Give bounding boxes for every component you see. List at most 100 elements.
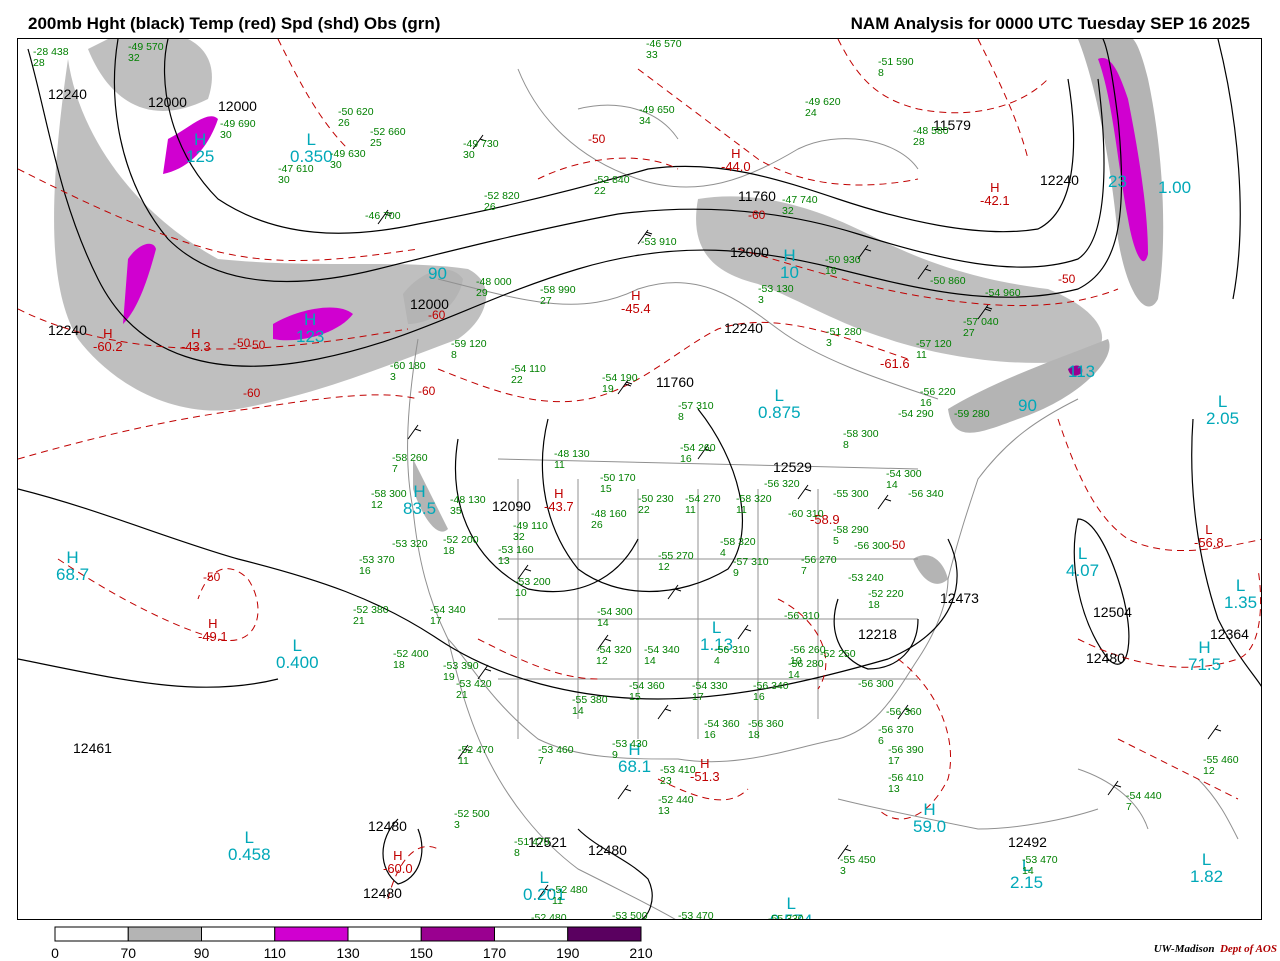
station-obs: -53 240 [848,573,884,584]
obs-dewpoint-depression: 11 [916,349,927,361]
height-label: 12000 [218,98,257,114]
height-label: 11760 [738,188,776,204]
obs-dewpoint-depression: 18 [393,659,405,671]
obs-dewpoint-depression: 3 [826,337,832,349]
temp-contour-label: -50 [1058,272,1076,286]
temp-high-label: H -44.0 [721,146,751,174]
obs-dewpoint-depression: 17 [888,755,900,767]
height-label: 11760 [656,374,694,390]
temp-high-label: H -49.1 [198,616,228,644]
legend-tick-label: 110 [263,945,286,961]
station-obs: -53 910 [641,237,677,248]
station-obs: -52 380 21 [353,605,389,627]
station-obs: -52 440 13 [658,795,694,817]
station-obs: -28 438 28 [33,47,69,69]
legend-swatch [274,926,349,942]
obs-dewpoint-depression: 7 [538,755,544,767]
obs-dewpoint-depression: 16 [753,691,765,703]
station-obs: -49 690 30 [220,119,256,141]
speed-high-label: H 59.0 [913,800,947,836]
station-obs: -49 730 30 [463,139,499,161]
station-obs: -53 470 14 [1022,855,1058,877]
obs-dewpoint-depression: 8 [451,349,457,361]
weather-map: 12240 12000 11760 12240 12000 12240 1157… [17,38,1262,920]
obs-dewpoint-depression: 21 [353,615,365,627]
temp-high-label: H -43.7 [544,486,574,514]
station-obs: -54 340 14 [644,645,680,667]
station-obs: -59 120 8 [451,339,487,361]
legend-tick-label: 190 [556,945,580,961]
station-obs: -56 320 [764,479,800,490]
obs-dewpoint-depression: 7 [392,463,398,475]
obs-temp-height: -59 280 [954,408,990,420]
station-obs: -52 400 18 [393,649,429,671]
station-obs: -58 320 11 [736,494,772,516]
obs-dewpoint-depression: 12 [1203,765,1215,777]
legend-swatch [420,926,495,942]
obs-dewpoint-depression: 23 [660,775,672,787]
obs-dewpoint-depression: 14 [788,669,800,681]
obs-dewpoint-depression: 26 [338,117,350,129]
station-obs: -57 040 27 [963,317,999,339]
station-obs: -55 330 [768,914,804,920]
obs-temp-height: -52 480 [531,912,567,920]
obs-dewpoint-depression: 3 [840,865,846,877]
height-label: 12240 [48,322,87,338]
obs-dewpoint-depression: 16 [680,453,692,465]
station-obs: -56 360 [886,707,922,718]
speed-high-label: H 10 [780,246,799,282]
obs-temp-height: -53 910 [641,236,677,248]
station-obs: -57 120 11 [916,339,952,361]
obs-dewpoint-depression: 30 [278,174,290,186]
station-obs: -54 300 14 [597,607,633,629]
obs-dewpoint-depression: 18 [748,729,760,741]
station-obs: -58 990 27 [540,285,576,307]
station-obs: -52 480 [531,913,567,920]
legend-tick-label: 130 [336,945,360,961]
station-obs: -56 220 16 [920,387,956,409]
obs-dewpoint-depression: 16 [359,565,371,577]
station-obs: -56 340 [908,489,944,500]
station-obs: -53 130 3 [758,284,794,306]
obs-dewpoint-depression: 8 [514,847,520,859]
speed-low-label: L 0.350 [290,130,333,166]
station-obs: -52 250 [820,649,856,660]
obs-temp-height: -56 300 [858,678,894,690]
station-obs: -50 930 16 [825,255,861,277]
station-obs: -55 450 3 [840,855,876,877]
legend-swatch [494,926,569,942]
station-obs: -58 300 12 [371,489,407,511]
legend-tick-label: 170 [482,945,507,961]
obs-dewpoint-depression: 19 [602,383,614,395]
station-obs: -54 340 17 [430,605,466,627]
station-obs: -50 230 22 [638,494,674,516]
obs-temp-height: -46 700 [365,210,401,222]
station-obs: -53 320 [392,539,428,550]
speed-high-label: H 68.7 [56,548,90,584]
height-label: 12090 [492,498,531,514]
station-obs: -53 500 [612,911,648,920]
obs-temp-height: -54 290 [898,408,934,420]
station-obs: -49 630 30 [330,149,366,171]
obs-dewpoint-depression: 12 [371,499,383,511]
station-obs: -60 180 3 [390,361,426,383]
station-obs: -56 310 [784,611,820,622]
station-obs: -56 280 14 [788,659,824,681]
legend-tick-label: 0 [51,945,59,961]
obs-dewpoint-depression: 14 [644,655,656,667]
station-obs: -56 300 [854,541,890,552]
station-obs: -54 320 12 [596,645,632,667]
obs-dewpoint-depression: 11 [458,755,469,767]
station-obs: -54 440 7 [1126,791,1162,813]
height-label: 12000 [148,94,187,110]
obs-temp-height: -56 300 [854,540,890,552]
obs-dewpoint-depression: 14 [597,617,609,629]
station-obs: -55 300 [833,489,869,500]
legend-tick-label: 210 [629,945,653,961]
station-obs: -51 280 3 [826,327,862,349]
station-obs: -49 650 34 [639,105,675,127]
height-label: 12480 [588,842,627,858]
obs-dewpoint-depression: 28 [33,57,45,69]
station-obs: -54 190 19 [602,373,638,395]
obs-dewpoint-depression: 30 [330,159,342,171]
